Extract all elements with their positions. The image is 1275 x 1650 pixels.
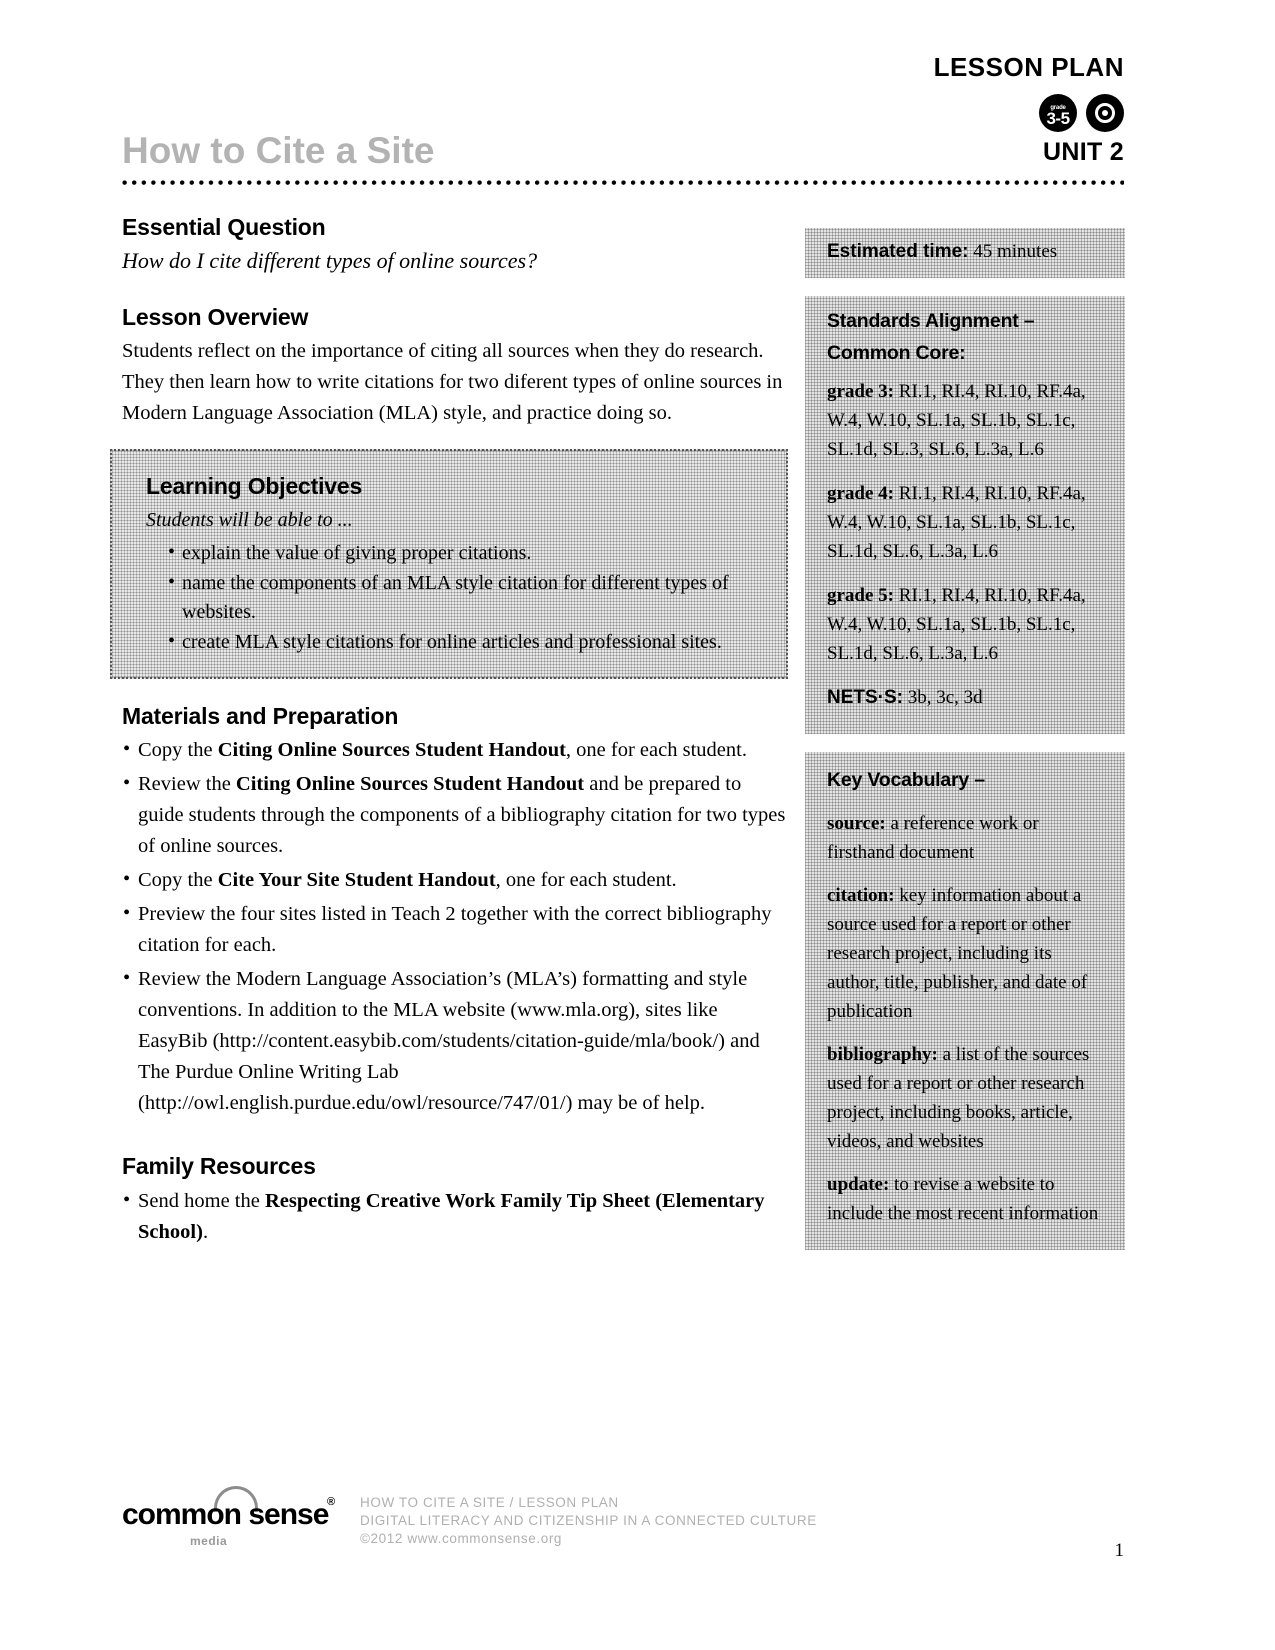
logo-wordmark: common sense — [122, 1498, 329, 1531]
lesson-overview-text: Students reflect on the importance of ci… — [122, 340, 783, 424]
page-number: 1 — [1114, 1540, 1125, 1561]
grade-badge-range: 3-5 — [1046, 108, 1070, 128]
sidebar: Estimated time: 45 minutes Standards Ali… — [805, 228, 1125, 1268]
item-text-pre: Copy the — [138, 869, 218, 891]
lesson-plan-label: LESSON PLAN — [933, 52, 1124, 82]
learning-objectives-heading: Learning Objectives — [146, 473, 363, 499]
page-title: How to Cite a Site — [122, 130, 435, 171]
list-item: Review the Citing Online Sources Student… — [122, 768, 787, 862]
item-text-bold: Citing Online Sources Student Handout — [217, 739, 566, 761]
standards-grade-label: grade 5: — [827, 585, 895, 606]
lesson-overview-heading: Lesson Overview — [122, 304, 309, 330]
family-resources-section: Family Resources Send home the Respectin… — [122, 1153, 787, 1248]
family-resources-list: Send home the Respecting Creative Work F… — [122, 1185, 787, 1248]
vocabulary-entry: source: a reference work or firsthand do… — [827, 809, 1107, 867]
item-text-pre: Send home the — [138, 1190, 265, 1212]
vocabulary-term: citation: — [827, 885, 895, 906]
grade-level-badge: grade 3-5 — [1039, 94, 1077, 132]
footer-line-3: ©2012 www.commonsense.org — [360, 1531, 563, 1546]
standards-grade-entry: grade 5: RI.1, RI.4, RI.10, RF.4a, W.4, … — [827, 581, 1107, 668]
list-item: Send home the Respecting Creative Work F… — [122, 1185, 787, 1248]
common-sense-media-logo: common sense ® media — [122, 1486, 342, 1554]
list-item: Review the Modern Language Association’s… — [122, 963, 787, 1119]
list-item: explain the value of giving proper citat… — [168, 538, 760, 569]
lesson-plan-page: LESSON PLAN grade 3-5 UNIT 2 How to Cite… — [0, 0, 1275, 1650]
materials-list: Copy the Citing Online Sources Student H… — [122, 734, 787, 1119]
item-text-post: , one for each student. — [495, 869, 677, 891]
standards-nets-value: 3b, 3c, 3d — [907, 687, 983, 708]
learning-objectives-list: explain the value of giving proper citat… — [146, 538, 760, 658]
item-text-pre: Preview the four sites listed in Teach 2… — [138, 903, 772, 956]
list-item: name the components of an MLA style cita… — [168, 568, 760, 628]
standards-grade-label: grade 4: — [827, 483, 895, 504]
logo-subtitle: media — [190, 1534, 228, 1548]
list-item: Preview the four sites listed in Teach 2… — [122, 898, 787, 961]
unit-label: UNIT 2 — [1043, 138, 1124, 166]
standards-heading: Standards Alignment – — [827, 310, 1035, 332]
footer-line-1: HOW TO CITE A SITE / LESSON PLAN — [360, 1495, 619, 1510]
page-header: LESSON PLAN grade 3-5 UNIT 2 How to Cite… — [122, 52, 1124, 192]
item-text-post: , one for each student. — [565, 739, 747, 761]
vocabulary-term: source: — [827, 813, 886, 834]
target-circle-inner — [1095, 103, 1115, 123]
learning-objectives-intro: Students will be able to ... — [146, 509, 353, 531]
estimated-time-line: Estimated time: 45 minutes — [827, 239, 1107, 265]
standards-nets-label: NETS·S: — [827, 687, 903, 708]
standards-subheading: Common Core: — [827, 342, 966, 364]
item-text-pre: Review the — [138, 773, 236, 795]
vocabulary-entry: citation: key information about a source… — [827, 881, 1107, 1026]
essential-question-heading: Essential Question — [122, 214, 326, 240]
footer-line-2: DIGITAL LITERACY AND CITIZENSHIP IN A CO… — [360, 1513, 817, 1528]
item-text-pre: Review the Modern Language Association’s… — [138, 968, 760, 1114]
family-resources-heading: Family Resources — [122, 1153, 316, 1179]
standards-nets-entry: NETS·S: 3b, 3c, 3d — [827, 683, 1107, 712]
vocabulary-term: update: — [827, 1174, 890, 1195]
vocabulary-entry: bibliography: a list of the sources used… — [827, 1040, 1107, 1156]
list-item: create MLA style citations for online ar… — [168, 627, 760, 658]
standards-grade-label: grade 3: — [827, 381, 895, 402]
materials-heading: Materials and Preparation — [122, 703, 399, 729]
vocabulary-term: bibliography: — [827, 1044, 938, 1065]
estimated-time-label: Estimated time: — [827, 241, 969, 262]
vocabulary-heading: Key Vocabulary – — [827, 769, 985, 791]
standards-grade-entry: grade 4: RI.1, RI.4, RI.10, RF.4a, W.4, … — [827, 479, 1107, 566]
materials-section: Materials and Preparation Copy the Citin… — [122, 703, 787, 1119]
page-footer: common sense ® media HOW TO CITE A SITE … — [122, 1486, 1125, 1572]
logo-trademark-icon: ® — [327, 1496, 336, 1508]
standards-grade-entry: grade 3: RI.1, RI.4, RI.10, RF.4a, W.4, … — [827, 377, 1107, 464]
list-item: Copy the Cite Your Site Student Handout,… — [122, 864, 787, 896]
footer-metadata: HOW TO CITE A SITE / LESSON PLAN DIGITAL… — [360, 1494, 817, 1548]
item-text-bold: Cite Your Site Student Handout — [217, 869, 496, 891]
list-item: Copy the Citing Online Sources Student H… — [122, 734, 787, 766]
item-text-post: . — [202, 1221, 209, 1243]
essential-question-section: Essential Question How do I cite differe… — [122, 214, 787, 276]
standards-alignment-box: Standards Alignment – Common Core: grade… — [805, 296, 1125, 734]
learning-objectives-box: Learning Objectives Students will be abl… — [110, 449, 788, 679]
lesson-overview-section: Lesson Overview Students reflect on the … — [122, 304, 787, 429]
main-content-column: Essential Question How do I cite differe… — [110, 214, 788, 1251]
item-text-pre: Copy the — [138, 739, 218, 761]
essential-question-text: How do I cite different types of online … — [122, 248, 538, 273]
estimated-time-box: Estimated time: 45 minutes — [805, 228, 1125, 278]
vocabulary-entry: update: to revise a website to include t… — [827, 1170, 1107, 1228]
header-dotted-divider — [122, 180, 1124, 187]
key-vocabulary-box: Key Vocabulary – source: a reference wor… — [805, 752, 1125, 1250]
item-text-bold: Citing Online Sources Student Handout — [235, 773, 585, 795]
estimated-time-value: 45 minutes — [973, 241, 1058, 262]
header-badges: grade 3-5 — [1039, 94, 1124, 132]
target-circle-icon — [1086, 94, 1124, 132]
